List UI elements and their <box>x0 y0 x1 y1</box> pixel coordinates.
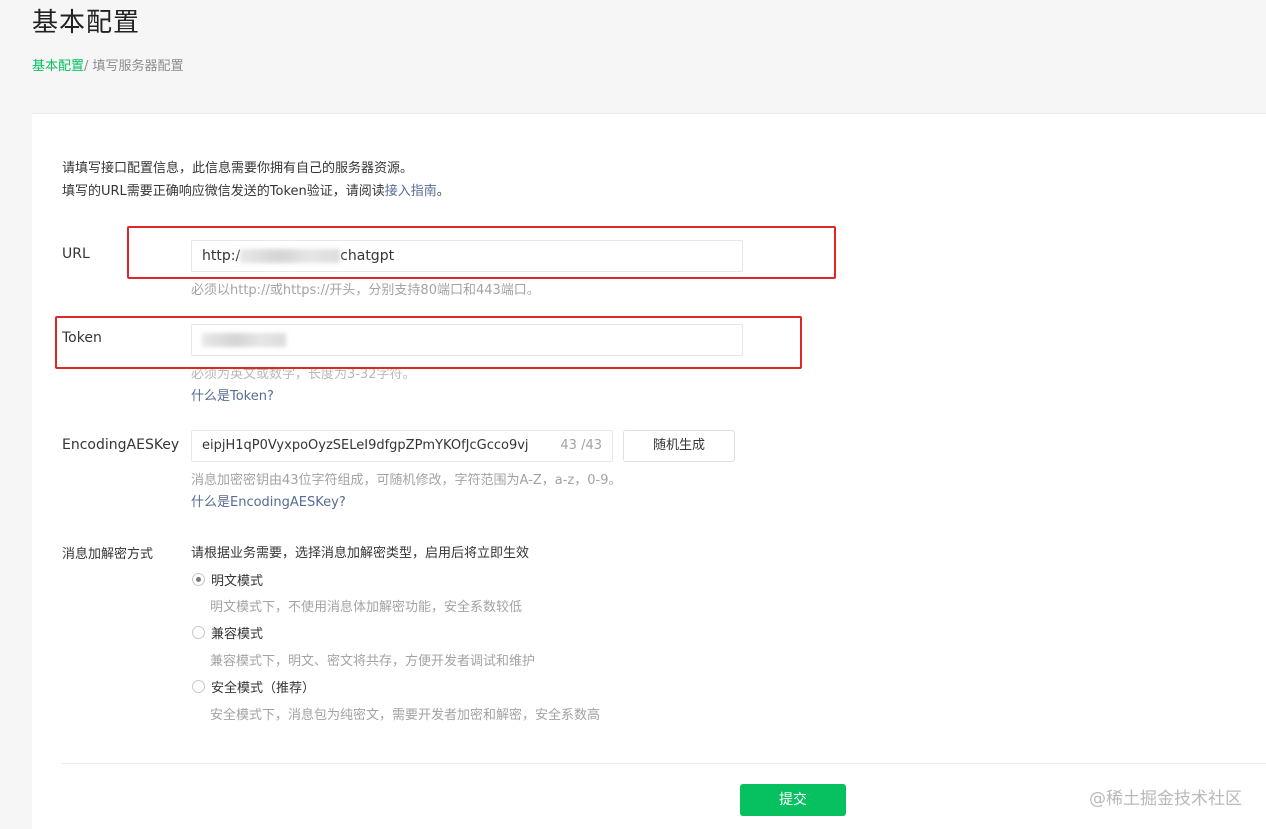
breadcrumb-current: 填写服务器配置 <box>88 59 184 74</box>
encryption-description: 请根据业务需要，选择消息加解密类型，启用后将立即生效 <box>191 546 530 561</box>
page-title: 基本配置 <box>32 8 141 38</box>
breadcrumb: 基本配置/ 填写服务器配置 <box>32 55 184 74</box>
intro-text: 请填写接口配置信息，此信息需要你拥有自己的服务器资源。 填写的URL需要正确响应… <box>62 157 450 203</box>
redacted-url-mask <box>240 249 341 263</box>
submit-button[interactable]: 提交 <box>740 784 846 816</box>
url-label: URL <box>62 246 90 262</box>
radio-label: 兼容模式 <box>211 627 264 642</box>
intro-line-2: 填写的URL需要正确响应微信发送的Token验证，请阅读接入指南。 <box>62 184 450 199</box>
aes-label: EncodingAESKey <box>62 437 180 453</box>
token-help-link[interactable]: 什么是Token? <box>191 385 274 404</box>
redacted-token-mask <box>202 333 286 347</box>
aes-hint: 消息加密密钥由43位字符组成，可随机修改，字符范围为A-Z，a-z，0-9。 <box>191 473 622 488</box>
radio-label: 安全模式（推荐） <box>211 681 316 696</box>
intro-line-1: 请填写接口配置信息，此信息需要你拥有自己的服务器资源。 <box>62 161 414 176</box>
radio-checked-icon[interactable] <box>192 573 205 586</box>
radio-label: 明文模式 <box>211 574 264 589</box>
token-hint: 必须为英文或数字，长度为3-32字符。 <box>191 367 416 382</box>
breadcrumb-link-basic-config[interactable]: 基本配置 <box>32 59 84 74</box>
encryption-label: 消息加解密方式 <box>62 547 154 562</box>
url-value-suffix: chatgpt <box>340 248 395 264</box>
radio-desc: 兼容模式下，明文、密文将共存，方便开发者调试和维护 <box>210 654 536 669</box>
url-value-prefix: http:/ <box>202 248 241 264</box>
radio-plaintext-mode[interactable]: 明文模式 <box>192 570 263 589</box>
server-config-panel: 请填写接口配置信息，此信息需要你拥有自己的服务器资源。 填写的URL需要正确响应… <box>32 113 1266 829</box>
radio-desc: 明文模式下，不使用消息体加解密功能，安全系数较低 <box>210 600 523 615</box>
random-generate-button[interactable]: 随机生成 <box>623 430 735 462</box>
access-guide-link[interactable]: 接入指南 <box>385 184 437 199</box>
aes-help-link[interactable]: 什么是EncodingAESKey? <box>191 491 346 510</box>
divider <box>62 763 1266 764</box>
token-label: Token <box>62 330 102 346</box>
aes-key-input[interactable]: eipjH1qP0VyxpoOyzSELeI9dfgpZPmYKOfJcGcco… <box>191 430 613 462</box>
radio-secure-mode[interactable]: 安全模式（推荐） <box>192 677 315 696</box>
radio-unchecked-icon[interactable] <box>192 680 205 693</box>
aes-key-value: eipjH1qP0VyxpoOyzSELeI9dfgpZPmYKOfJcGcco… <box>202 438 529 453</box>
url-hint: 必须以http://或https://开头，分别支持80端口和443端口。 <box>191 283 540 298</box>
token-input[interactable] <box>191 324 743 356</box>
radio-compatible-mode[interactable]: 兼容模式 <box>192 623 263 642</box>
aes-char-counter: 43 /43 <box>556 431 602 461</box>
radio-desc: 安全模式下，消息包为纯密文，需要开发者加密和解密，安全系数高 <box>210 708 601 723</box>
url-input[interactable]: http:/ chatgpt <box>191 240 743 272</box>
watermark: @稀土掘金技术社区 <box>1089 789 1242 809</box>
radio-unchecked-icon[interactable] <box>192 626 205 639</box>
